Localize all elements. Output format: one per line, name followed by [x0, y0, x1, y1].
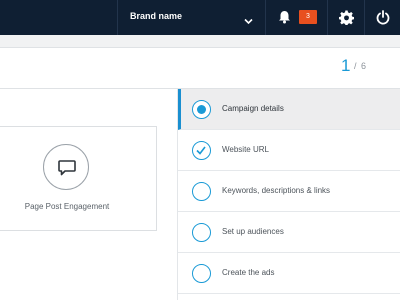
checkmark-icon [196, 146, 206, 155]
power-icon [376, 10, 390, 25]
step-pending-indicator [192, 223, 211, 242]
current-step-number: 1 [341, 56, 351, 75]
notifications-button[interactable]: 3 [265, 0, 327, 35]
step-create-ads[interactable]: Create the ads [178, 253, 400, 294]
wizard-steps: Campaign details Website URL Keywords, d… [178, 89, 400, 300]
total-steps-number: 6 [361, 61, 367, 71]
step-keywords[interactable]: Keywords, descriptions & links [178, 171, 400, 212]
objective-label: Page Post Engagement [24, 202, 110, 211]
objective-panel: Page Post Engagement [0, 89, 178, 300]
step-label: Create the ads [222, 268, 275, 277]
speech-bubble-icon [58, 160, 76, 176]
step-label: Set up audiences [222, 227, 284, 236]
wizard-header: 1 / 6 [0, 47, 400, 89]
step-audiences[interactable]: Set up audiences [178, 212, 400, 253]
objective-card[interactable]: Page Post Engagement [0, 126, 157, 231]
logout-button[interactable] [364, 0, 400, 35]
gear-icon [339, 10, 354, 25]
step-campaign-details[interactable]: Campaign details [178, 89, 400, 130]
active-dot-icon [196, 104, 206, 114]
brand-label: Brand name [130, 11, 183, 21]
step-pending-indicator [192, 264, 211, 283]
notification-count-badge: 3 [299, 10, 317, 24]
chevron-down-icon [244, 12, 253, 30]
settings-button[interactable] [327, 0, 364, 35]
step-separator: / [354, 61, 357, 71]
step-complete-indicator [192, 141, 211, 160]
objective-icon-circle [43, 144, 89, 190]
brand-selector[interactable]: Brand name [117, 0, 265, 35]
step-website-url[interactable]: Website URL [178, 130, 400, 171]
step-label: Campaign details [222, 104, 284, 113]
step-pending-indicator [192, 182, 211, 201]
step-label: Website URL [222, 145, 269, 154]
step-label: Keywords, descriptions & links [222, 186, 331, 195]
bell-icon [278, 10, 291, 29]
step-active-indicator [192, 100, 211, 119]
main-content: 1 / 6 Page Post Engagement Campaign deta… [0, 35, 400, 300]
top-bar: Brand name 3 [0, 0, 400, 35]
